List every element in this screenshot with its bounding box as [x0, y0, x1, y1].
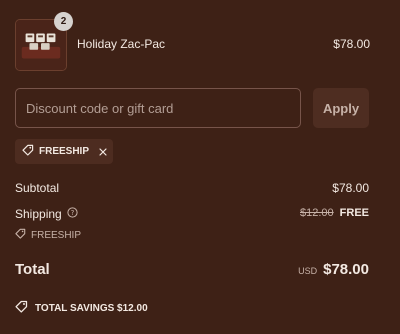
total-savings-text: TOTAL SAVINGS $12.00 [35, 302, 148, 314]
applied-discount-chip: FREESHIP [15, 139, 113, 164]
tag-icon [22, 144, 34, 159]
applied-code-label: FREESHIP [39, 146, 90, 157]
shipping-label: Shipping [15, 207, 62, 221]
currency-code: USD [298, 266, 318, 276]
question-circle-icon[interactable]: ? [67, 207, 78, 221]
tag-icon [15, 228, 26, 242]
quantity-badge: 2 [54, 12, 73, 31]
total-label: Total [15, 261, 50, 278]
total-amount: $78.00 [323, 261, 369, 278]
shipping-code-label: FREESHIP [31, 229, 82, 241]
shipping-price: FREE [339, 207, 369, 219]
discount-code-input[interactable] [15, 88, 301, 128]
shipping-original-price: $12.00 [300, 207, 334, 219]
svg-text:?: ? [70, 209, 74, 217]
product-name: Holiday Zac-Pac [77, 37, 166, 51]
subtotal-label: Subtotal [15, 181, 60, 195]
total-value-row: USD $78.00 [298, 261, 369, 278]
shipping-value-row: $12.00 FREE [300, 207, 369, 219]
apply-button[interactable]: Apply [313, 88, 369, 128]
remove-discount-button[interactable] [98, 147, 108, 157]
shipping-discount-code: FREESHIP [15, 228, 81, 242]
shipping-label-row: Shipping ? [15, 207, 78, 221]
tag-icon [15, 300, 28, 316]
subtotal-value: $78.00 [332, 181, 369, 195]
close-icon [99, 147, 107, 156]
total-savings: TOTAL SAVINGS $12.00 [15, 300, 148, 316]
line-item: 2 Holiday Zac-Pac $78.00 [15, 12, 370, 71]
product-price: $78.00 [333, 37, 370, 51]
